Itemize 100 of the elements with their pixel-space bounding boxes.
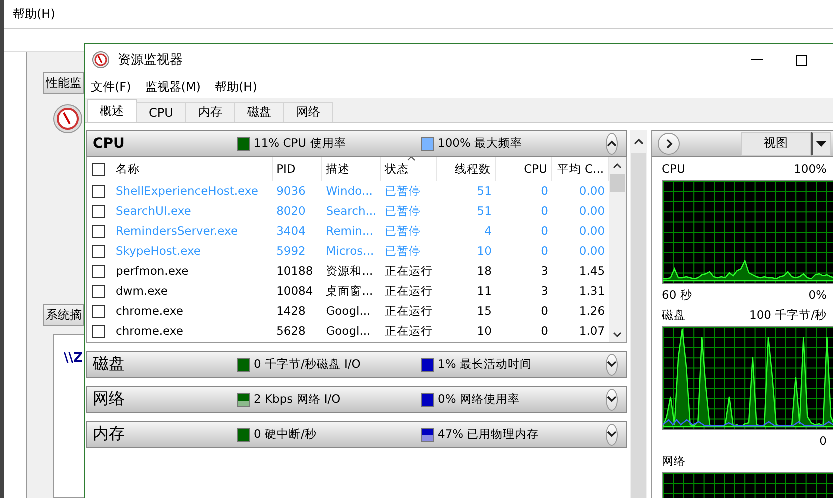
dropdown-button[interactable] <box>811 132 831 156</box>
table-cell-text: Remin... <box>325 224 374 238</box>
checkbox[interactable] <box>92 224 105 238</box>
collapse-button[interactable] <box>606 354 618 376</box>
gauge-icon <box>92 51 110 69</box>
table-cell-text: chrome.exe <box>115 324 184 338</box>
collapse-button[interactable] <box>606 424 618 446</box>
table-cell-text: 1428 <box>276 304 307 318</box>
scrollbar[interactable] <box>609 157 626 342</box>
table-cell-text: Search... <box>325 204 378 218</box>
view-button[interactable]: 视图 <box>741 132 811 156</box>
graph-min-label: 0% <box>808 288 827 302</box>
column-header[interactable]: 名称 <box>112 157 273 181</box>
collapse-button[interactable] <box>606 132 618 154</box>
legend-label: 47% 已用物理内存 <box>438 427 540 442</box>
chevron-icon <box>666 138 672 148</box>
scroll-up-icon <box>613 163 622 169</box>
table-cell-text: 已暂停 <box>384 204 422 218</box>
section-header[interactable]: CPU 11% CPU 使用率 100% 最大频率 <box>86 130 627 157</box>
chevron-icon <box>607 431 617 438</box>
table-cell-text: 10 <box>476 244 493 258</box>
column-header[interactable]: PID <box>272 157 322 181</box>
checkbox[interactable] <box>92 264 105 278</box>
graph-scale: 100 千字节/秒 <box>750 308 827 322</box>
table-cell-text: 1.31 <box>578 284 606 298</box>
column-header[interactable]: 状态 <box>380 157 438 181</box>
legend-label: 0 硬中断/秒 <box>254 427 317 442</box>
caret-icon <box>816 140 827 146</box>
column-header[interactable]: 描述 <box>322 157 381 181</box>
menu-item[interactable]: 监视器(M) <box>145 78 201 96</box>
chevron-icon <box>607 361 617 368</box>
table-cell-text: 正在运行 <box>384 264 434 278</box>
legend-label: 2 Kbps 网络 I/O <box>254 392 341 407</box>
table-cell-text: Googl... <box>325 324 372 338</box>
section-header[interactable]: 内存 0 硬中断/秒 47% 已用物理内存 <box>86 421 627 448</box>
table-cell-text: Windo... <box>325 184 374 198</box>
table-cell-text: 51 <box>476 204 493 218</box>
checkbox[interactable] <box>92 284 105 298</box>
table-cell-text: 0 <box>540 224 550 238</box>
checkbox[interactable] <box>92 324 105 338</box>
expand-button[interactable] <box>658 132 680 154</box>
table-cell-text: 1.45 <box>578 264 606 278</box>
chevron-icon <box>607 140 617 147</box>
table-cell-text: 4 <box>484 224 493 238</box>
table-cell-text: 0.00 <box>578 204 606 218</box>
sort-caret-icon <box>406 157 416 161</box>
section-title: 磁盘 <box>93 354 126 375</box>
table-cell-text: 11 <box>476 284 493 298</box>
collapse-button[interactable] <box>606 388 618 410</box>
menu-item[interactable]: 文件(F) <box>91 78 132 96</box>
table-cell-text: 3404 <box>276 224 307 238</box>
table-cell-text: 正在运行 <box>384 304 434 318</box>
checkbox[interactable] <box>92 204 105 218</box>
table-cell-text: RemindersServer.exe <box>115 224 240 238</box>
table-cell-text: 正在运行 <box>384 284 434 298</box>
report-text: \\Z <box>64 351 83 366</box>
table-cell-text: 0 <box>540 324 550 338</box>
tab[interactable]: 概述 <box>87 99 137 122</box>
table-cell-text: Micros... <box>325 244 376 258</box>
graph-label: 网络 <box>662 454 686 468</box>
scrollbar[interactable] <box>630 130 647 498</box>
table-cell-text: 资源和... <box>325 264 374 278</box>
section-title: 网络 <box>93 389 126 410</box>
scroll-up-icon <box>634 138 644 145</box>
section-button[interactable]: 系统摘 <box>43 304 84 326</box>
table-cell-text: 10188 <box>276 264 314 278</box>
table-cell-text: SkypeHost.exe <box>115 244 202 258</box>
window-title: 资源监视器 <box>118 52 183 69</box>
table-cell-text: 51 <box>476 184 493 198</box>
section-header[interactable]: 磁盘 0 千字节/秒磁盘 I/O 1% 最长活动时间 <box>86 351 627 378</box>
menu-item[interactable]: 帮助(H) <box>214 78 258 96</box>
checkbox[interactable] <box>92 184 105 198</box>
section-button[interactable]: 性能监 <box>43 72 84 94</box>
section-title: CPU <box>93 136 126 152</box>
table-cell-text: 正在运行 <box>384 324 434 338</box>
section-title: 内存 <box>93 424 126 445</box>
table-cell-text: 5628 <box>276 324 307 338</box>
table-cell-text: 15 <box>476 304 493 318</box>
table-cell-text: perfmon.exe <box>115 264 190 278</box>
tab[interactable]: 网络 <box>283 102 334 122</box>
table-cell-text: 1.07 <box>578 324 606 338</box>
scroll-thumb[interactable] <box>610 174 625 192</box>
graph-label: CPU <box>662 162 686 176</box>
table-cell-text: 0 <box>540 184 550 198</box>
column-header[interactable]: 线程数 <box>437 157 496 181</box>
graph-min-label: 0 <box>820 434 827 448</box>
section-header[interactable]: 网络 2 Kbps 网络 I/O 0% 网络使用率 <box>86 386 627 413</box>
checkbox[interactable] <box>92 162 105 176</box>
table-cell-text: 0.00 <box>578 184 606 198</box>
table-cell-text: 8020 <box>276 204 307 218</box>
column-header[interactable]: CPU <box>496 157 552 181</box>
menu-item[interactable]: 帮助(H) <box>13 6 56 22</box>
checkbox[interactable] <box>92 244 105 258</box>
table-cell-text: 已暂停 <box>384 224 422 238</box>
checkbox[interactable] <box>92 304 105 318</box>
tab[interactable]: CPU <box>136 102 186 122</box>
table-cell-text: dwm.exe <box>115 284 169 298</box>
table-cell-text: 3 <box>540 284 550 298</box>
table-cell-text: 18 <box>476 264 493 278</box>
scroll-down-icon <box>613 332 622 338</box>
